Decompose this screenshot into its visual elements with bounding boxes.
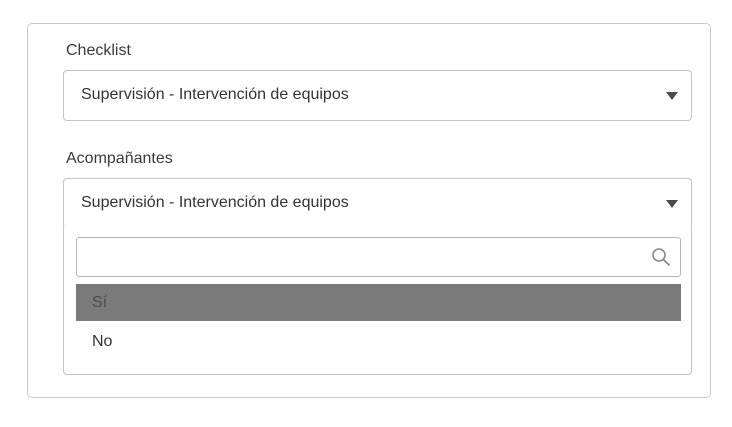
caret-down-icon bbox=[666, 200, 678, 208]
option-label: No bbox=[92, 333, 113, 350]
search-icon[interactable] bbox=[651, 247, 671, 267]
dropdown-search-input[interactable] bbox=[78, 239, 638, 275]
checklist-select[interactable]: Supervisión - Intervención de equipos bbox=[63, 70, 692, 121]
dropdown-option-no[interactable]: No bbox=[76, 323, 681, 360]
acompanantes-dropdown-panel: Sí No bbox=[63, 227, 692, 375]
checklist-label: Checklist bbox=[66, 42, 131, 59]
caret-down-icon bbox=[666, 92, 678, 100]
option-label: Sí bbox=[92, 294, 108, 311]
acompanantes-label: Acompañantes bbox=[66, 150, 173, 167]
acompanantes-select[interactable]: Supervisión - Intervención de equipos bbox=[63, 178, 692, 229]
acompanantes-selected-value: Supervisión - Intervención de equipos bbox=[81, 194, 349, 211]
checklist-selected-value: Supervisión - Intervención de equipos bbox=[81, 86, 349, 103]
dropdown-search-box bbox=[76, 237, 681, 277]
dropdown-option-si[interactable]: Sí bbox=[76, 284, 681, 321]
